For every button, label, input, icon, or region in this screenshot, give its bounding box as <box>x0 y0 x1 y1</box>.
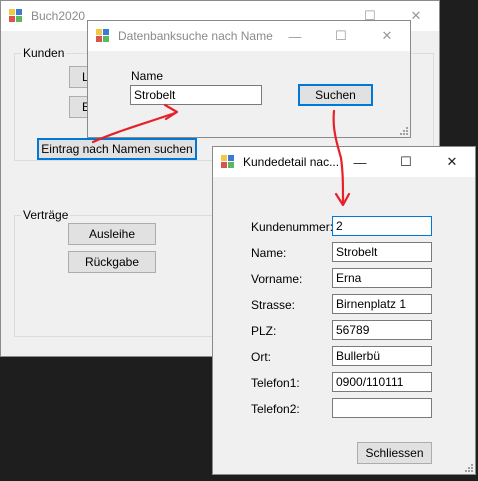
annotation-arrows <box>91 103 351 207</box>
arrow-to-detail-dialog <box>332 109 345 205</box>
arrow-to-search-input <box>91 111 177 144</box>
